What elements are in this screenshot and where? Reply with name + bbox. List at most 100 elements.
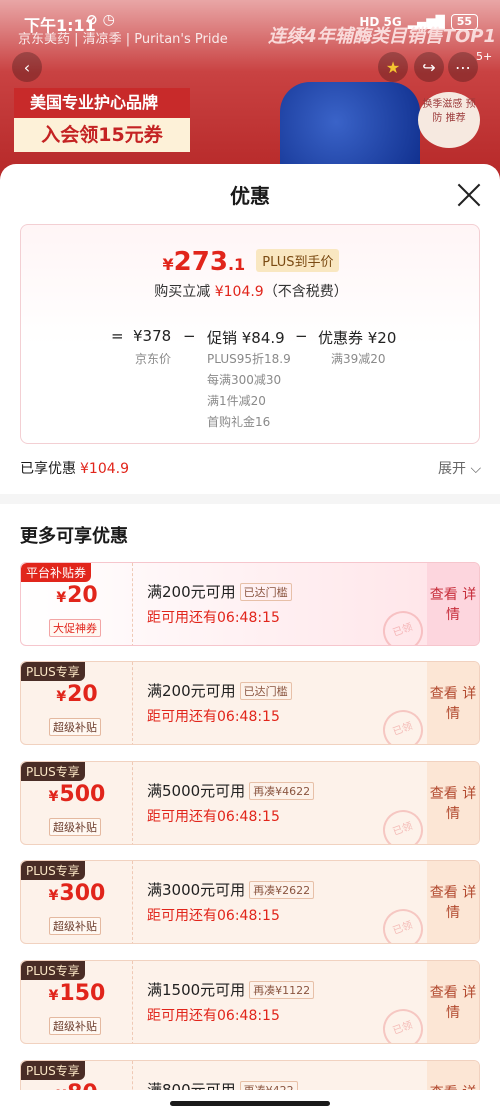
coupon-amount-panel: 平台补贴券 ¥20 大促神券 (21, 563, 133, 645)
threshold-chip: 已达门槛 (239, 682, 292, 700)
coupon-condition-text: 满5000元可用 (147, 782, 246, 800)
coupon-countdown: 距可用还有06:48:15 (147, 908, 280, 924)
claimed-stamp: 已领 (377, 1003, 429, 1043)
coupon-countdown: 距可用还有06:48:15 (147, 809, 280, 825)
minus-sign-1: − (183, 327, 196, 345)
expand-button[interactable]: 展开 ⌵ (438, 458, 481, 478)
threshold-chip: 已达门槛 (239, 583, 292, 601)
coupon-value: 300 (59, 881, 106, 906)
coupon-subtitle: 大促神券 (49, 619, 101, 637)
jd-price: ¥378 (133, 327, 172, 345)
price-integer: 273 (173, 247, 228, 277)
coupon-subtitle: 超级补贴 (49, 718, 101, 736)
coupon-tag: PLUS专享 (21, 762, 85, 781)
coupon-subtitle: 超级补贴 (49, 917, 101, 935)
coupon-amount: ¥20 (21, 682, 133, 707)
coupon-card[interactable]: PLUS专享 ¥20 超级补贴 满200元可用 已达门槛距可用还有06:48:15 已领查… (20, 661, 480, 745)
coupon-subtitle: 超级补贴 (49, 818, 101, 836)
back-button[interactable]: ‹ (12, 52, 42, 82)
star-icon: ★ (385, 57, 401, 77)
promo-detail: 每满300减30 (207, 373, 282, 387)
minus-sign-2: − (295, 327, 308, 345)
price-breakdown: = ¥378 京东价 − 促销 ¥84.9 PLUS95折18.9 每满300减… (21, 325, 481, 445)
coupon-countdown: 距可用还有06:48:15 (147, 610, 280, 626)
view-details-button[interactable]: 查看 详情 (427, 563, 479, 645)
view-details-button[interactable]: 查看 详情 (427, 861, 479, 943)
coupon-tag: PLUS专享 (21, 961, 85, 980)
coupon-detail: 满39减20 (331, 352, 386, 366)
promo-line-1: 美国专业护心品牌 (14, 88, 190, 118)
coupon-value: 500 (59, 782, 106, 807)
coupon-countdown: 距可用还有06:48:15 (147, 709, 280, 725)
coupon-tag: PLUS专享 (21, 662, 85, 681)
coupon-amount-panel: PLUS专享 ¥20 超级补贴 (21, 662, 133, 744)
promo-detail: 满1件减20 (207, 394, 266, 408)
home-indicator[interactable] (170, 1101, 330, 1106)
coupon-card[interactable]: PLUS专享 ¥500 超级补贴 满5000元可用 再凑¥4622 距可用还有06:48:… (20, 761, 480, 845)
share-icon: ↪ (422, 57, 436, 77)
coupon-amount: ¥500 (21, 782, 133, 807)
coupon-amount-panel: PLUS专享 ¥300 超级补贴 (21, 861, 133, 943)
claimed-stamp: 已领 (377, 804, 429, 844)
reduce-amount: ¥104.9 (214, 284, 264, 300)
coupon-amount: ¥300 (21, 881, 133, 906)
coupon-card[interactable]: PLUS专享 ¥300 超级补贴 满3000元可用 再凑¥2622 距可用还有06:48:… (20, 860, 480, 944)
more-discounts-title: 更多可享优惠 (20, 526, 128, 547)
price-decimal: .1 (227, 255, 246, 274)
currency-symbol: ¥ (56, 689, 67, 705)
coupon-tag: PLUS专享 (21, 1061, 85, 1080)
coupon-condition: 满5000元可用 再凑¥4622 (147, 780, 315, 801)
threshold-chip: 再凑¥4622 (249, 782, 315, 800)
promo-line-2[interactable]: 入会领15元券 (14, 118, 190, 152)
reduce-label: 购买立减 (154, 284, 211, 300)
coupon-tag: PLUS专享 (21, 861, 85, 880)
coupon-amount: ¥20 (21, 583, 133, 608)
coupon-card[interactable]: 平台补贴券 ¥20 大促神券 满200元可用 已达门槛 距可用还有06:48:15 已领 查看… (20, 562, 480, 646)
price-summary-card: ¥273.1 PLUS到手价 购买立减 ¥104.9（不含税费） = ¥378 … (20, 224, 480, 444)
coupon-amount: ¥150 (21, 981, 133, 1006)
close-icon[interactable] (456, 182, 482, 208)
price-symbol: ¥ (162, 255, 174, 274)
coupon-amount-panel: PLUS专享 ¥150 超级补贴 (21, 961, 133, 1043)
coupon-condition-text: 满200元可用 (147, 682, 236, 700)
coupon-value: 20 (67, 583, 98, 608)
store-banner: 京东美药 | 清凉季 | Puritan's Pride 连续4年辅酶类目销售T… (0, 24, 500, 52)
store-brand: 京东美药 | 清凉季 | Puritan's Pride (18, 32, 228, 47)
coupon-total: 优惠券 ¥20 (318, 329, 397, 347)
cart-count-badge: 5+ (476, 50, 493, 63)
share-button[interactable]: ↪ (414, 52, 444, 82)
reduce-row: 购买立减 ¥104.9（不含税费） (21, 281, 481, 301)
coupon-condition-text: 满3000元可用 (147, 881, 246, 899)
coupon-condition-text: 满200元可用 (147, 583, 236, 601)
view-details-button[interactable]: 查看 详情 (427, 961, 479, 1043)
coupon-countdown: 距可用还有06:48:15 (147, 1008, 280, 1024)
reduce-note: （不含税费） (263, 284, 348, 300)
coupon-card[interactable]: PLUS专享 ¥150 超级补贴 满1500元可用 再凑¥1122 距可用还有06:48:… (20, 960, 480, 1044)
claimed-stamp: 已领 (377, 605, 429, 645)
coupon-condition-text: 满1500元可用 (147, 981, 246, 999)
recommend-badge: 换季滋感 预防 推荐 (418, 92, 480, 148)
promo-detail: 首购礼金16 (207, 415, 271, 429)
coupon-subtitle: 超级补贴 (49, 1017, 101, 1035)
final-price-row: ¥273.1 PLUS到手价 (21, 247, 481, 277)
discount-sheet: 优惠 ¥273.1 PLUS到手价 购买立减 ¥104.9（不含税费） = ¥3… (0, 164, 500, 1111)
promo-total: 促销 ¥84.9 (207, 329, 285, 347)
chevron-left-icon: ‹ (23, 57, 31, 77)
sheet-title: 优惠 (230, 184, 270, 208)
favorite-button[interactable]: ★ (378, 52, 408, 82)
store-slogan: 连续4年辅酶类目销售TOP1 (268, 26, 496, 47)
plus-price-tag: PLUS到手价 (256, 249, 340, 272)
more-button[interactable]: ⋯ (448, 52, 478, 82)
view-details-button[interactable]: 查看 详情 (427, 662, 479, 744)
enjoyed-discount: 已享优惠 ¥104.9 (20, 458, 129, 478)
view-details-button[interactable]: 查看 详情 (427, 762, 479, 844)
coupon-value: 150 (59, 981, 106, 1006)
coupon-condition: 满200元可用 已达门槛 (147, 581, 292, 602)
enjoyed-amount: ¥104.9 (80, 461, 129, 477)
claimed-stamp: 已领 (377, 704, 429, 744)
more-icon: ⋯ (455, 57, 471, 77)
coupon-amount-panel: PLUS专享 ¥500 超级补贴 (21, 762, 133, 844)
currency-symbol: ¥ (48, 789, 59, 805)
jd-price-label: 京东价 (135, 352, 172, 366)
threshold-chip: 再凑¥1122 (249, 981, 315, 999)
